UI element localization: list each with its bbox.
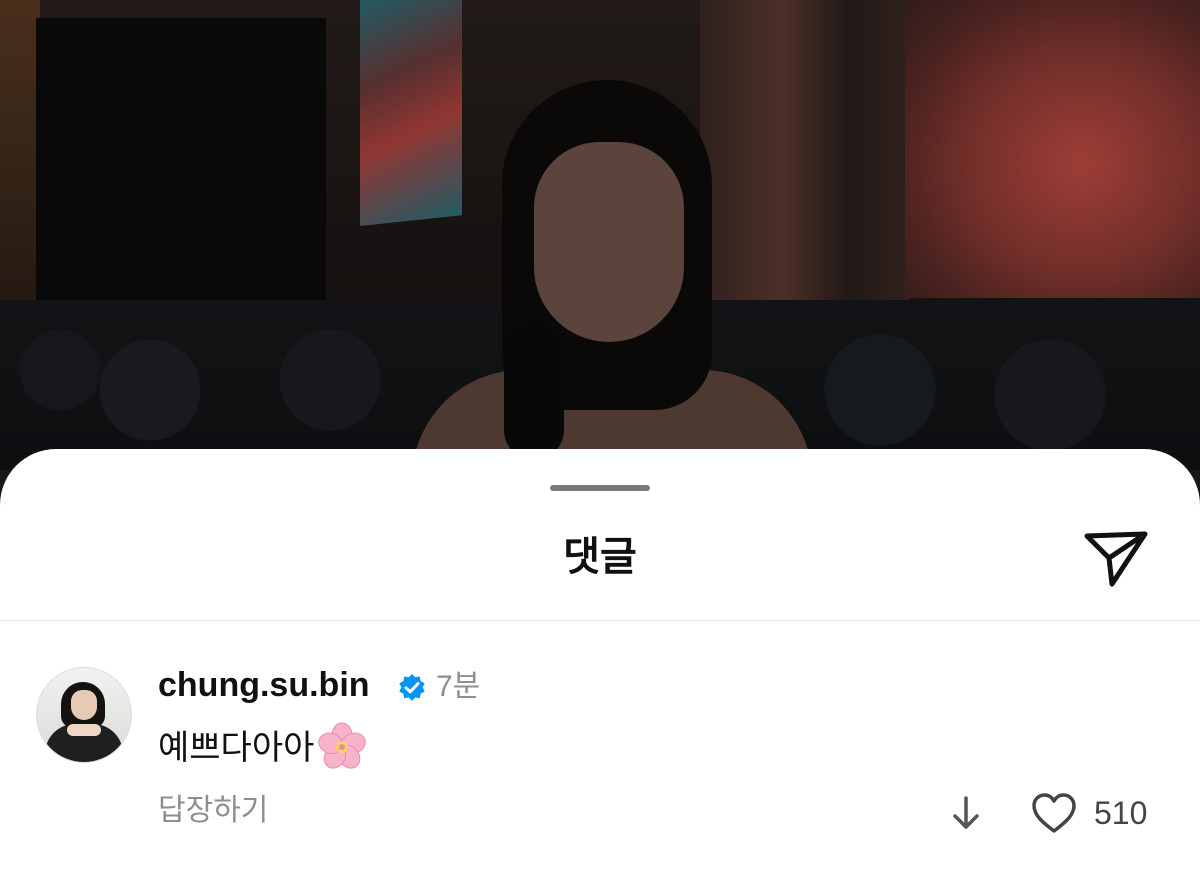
share-button[interactable]	[1080, 527, 1152, 589]
reply-button[interactable]: 답장하기	[158, 791, 268, 831]
comment-text: 예쁘다아아	[158, 721, 368, 773]
comment-body: 예쁘다아아	[158, 729, 315, 767]
background-photo	[0, 0, 1200, 470]
arrow-down-icon[interactable]	[948, 793, 984, 833]
like-count: 510	[1094, 795, 1148, 831]
comment-time: 7분	[436, 670, 481, 703]
sheet-title: 댓글	[563, 535, 637, 579]
comments-sheet: 댓글 chung.su.bin 7분 예쁘다아아 답장하기 510	[0, 449, 1200, 880]
avatar[interactable]	[36, 667, 132, 763]
comment-item: chung.su.bin 7분 예쁘다아아 답장하기 510	[0, 621, 1200, 880]
heart-icon[interactable]	[1030, 791, 1078, 835]
comment-username[interactable]: chung.su.bin	[158, 665, 370, 705]
sheet-grabber[interactable]	[550, 485, 650, 491]
cherry-blossom-icon	[318, 722, 367, 769]
verified-badge-icon	[399, 674, 425, 701]
send-icon	[1084, 531, 1148, 587]
